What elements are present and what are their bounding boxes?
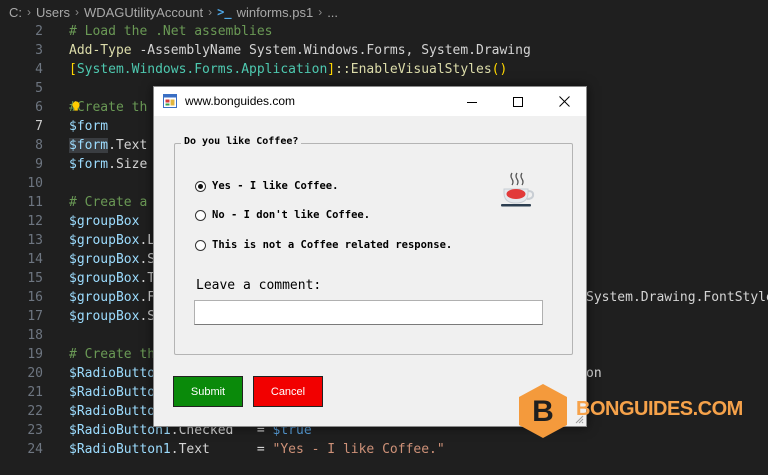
radio-label: This is not a Coffee related response. [212, 239, 453, 251]
code-text-fragment: on [586, 366, 602, 381]
breadcrumb-account[interactable]: WDAGUtilityAccount [84, 5, 203, 20]
code-text: $groupBox.S [69, 309, 156, 324]
svg-text:B: B [532, 395, 554, 428]
line-number: 12 [27, 214, 43, 229]
line-number: 20 [27, 366, 43, 381]
comment-input[interactable] [194, 300, 543, 325]
group-box-title: Do you like Coffee? [181, 136, 302, 147]
breadcrumb-more[interactable]: ... [327, 5, 338, 20]
line-number: 4 [35, 62, 43, 77]
line-number: 7 [35, 119, 43, 134]
code-text: $RadioButton1.Text = "Yes - I like Coffe… [69, 442, 445, 457]
line-number: 6 [35, 100, 43, 115]
coffee-group-box: Do you like Coffee? Yes - I like Coffee.… [174, 136, 573, 355]
comment-label: Leave a comment: [196, 278, 322, 293]
lightbulb-icon[interactable] [71, 101, 81, 112]
code-line: 2 # Load the .Net assemblies [0, 22, 768, 41]
line-number: 10 [27, 176, 43, 191]
line-number: 8 [35, 138, 43, 153]
line-number: 13 [27, 233, 43, 248]
line-number: 19 [27, 347, 43, 362]
code-text-fragment: System.Drawing.FontStyle [586, 290, 768, 305]
breadcrumb-file[interactable]: winforms.ps1 [237, 5, 314, 20]
line-number: 14 [27, 252, 43, 267]
minimize-button[interactable] [449, 87, 495, 116]
chevron-right-icon: › [318, 5, 323, 19]
line-number: 11 [27, 195, 43, 210]
code-text: Add-Type -AssemblyName System.Windows.Fo… [69, 43, 531, 58]
code-line: 4 [System.Windows.Forms.Application]::Ena… [0, 60, 768, 79]
watermark-text: BONGUIDES.COM [576, 398, 743, 420]
app-icon [163, 94, 177, 108]
code-text: $groupBox.T [69, 271, 156, 286]
line-number: 16 [27, 290, 43, 305]
code-line: 3 Add-Type -AssemblyName System.Windows.F… [0, 41, 768, 60]
code-text: $form [69, 119, 109, 134]
line-number: 17 [27, 309, 43, 324]
line-number: 2 [35, 24, 43, 39]
title-bar[interactable]: www.bonguides.com [154, 87, 586, 116]
chevron-right-icon: › [74, 5, 79, 19]
code-text: $groupBox.S [69, 252, 156, 267]
radio-no[interactable]: No - I don't like Coffee. [195, 209, 370, 221]
code-text: $groupBox.L [69, 233, 156, 248]
code-text: # Create a [69, 195, 148, 210]
line-number: 5 [35, 81, 43, 96]
code-text: $form.Size [69, 157, 148, 172]
line-number: 3 [35, 43, 43, 58]
code-text: $groupBox [69, 214, 140, 229]
code-text: $RadioButto [69, 366, 156, 381]
bonguides-logo: B [519, 384, 567, 438]
line-number: 24 [27, 442, 43, 457]
radio-circle[interactable] [195, 239, 206, 251]
code-line: 24 $RadioButton1.Text = "Yes - I like Cof… [0, 440, 768, 459]
close-button[interactable] [541, 87, 587, 116]
line-number: 23 [27, 423, 43, 438]
radio-label: Yes - I like Coffee. [212, 180, 339, 192]
maximize-button[interactable] [495, 87, 541, 116]
radio-circle[interactable] [195, 180, 206, 192]
window-title: www.bonguides.com [185, 94, 296, 108]
code-text: # Create th [69, 347, 156, 362]
line-number: 9 [35, 157, 43, 172]
winforms-window: www.bonguides.com Do you like Coffee? Ye… [153, 86, 587, 427]
radio-yes[interactable]: Yes - I like Coffee. [195, 180, 338, 192]
code-text: $RadioButto [69, 404, 156, 419]
code-text: [System.Windows.Forms.Application]::Enab… [69, 62, 508, 77]
minimize-icon [467, 101, 477, 103]
chevron-right-icon: › [208, 5, 213, 19]
close-icon [558, 96, 570, 107]
submit-button[interactable]: Submit [173, 376, 243, 407]
line-number: 21 [27, 385, 43, 400]
radio-label: No - I don't like Coffee. [212, 209, 371, 221]
code-text: $RadioButto [69, 385, 156, 400]
line-number: 22 [27, 404, 43, 419]
powershell-icon: >_ [217, 5, 232, 19]
breadcrumb: C: › Users › WDAGUtilityAccount › >_ win… [0, 0, 768, 24]
code-text: $groupBox.F [69, 290, 156, 305]
radio-circle[interactable] [195, 209, 206, 221]
radio-selected-dot [198, 183, 203, 189]
maximize-icon [513, 96, 523, 107]
breadcrumb-drive[interactable]: C: [9, 5, 22, 20]
line-number: 18 [27, 328, 43, 343]
radio-not-related[interactable]: This is not a Coffee related response. [195, 239, 452, 251]
code-text: # Load the .Net assemblies [69, 24, 273, 39]
coffee-cup-icon [501, 172, 535, 207]
chevron-right-icon: › [27, 5, 31, 19]
cancel-button[interactable]: Cancel [253, 376, 323, 407]
line-number: 15 [27, 271, 43, 286]
breadcrumb-users[interactable]: Users [36, 5, 70, 20]
code-text: $form.Text [69, 138, 148, 153]
